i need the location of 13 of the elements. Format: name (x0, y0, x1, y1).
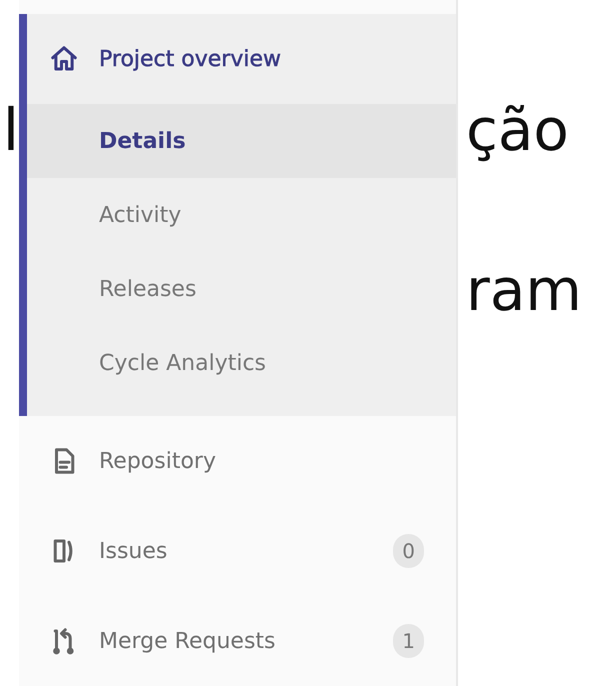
page-text: ram (466, 255, 582, 325)
sidebar-subitem[interactable]: Activity (27, 178, 456, 252)
count-badge: 1 (393, 624, 424, 658)
sidebar-subitem[interactable]: Details (27, 104, 456, 178)
sidebar-subitem[interactable]: Releases (27, 252, 456, 326)
page-text: l (2, 95, 19, 165)
sidebar-item[interactable]: Repository (27, 416, 456, 506)
page-text: ção (466, 95, 569, 165)
count-badge: 0 (393, 534, 424, 568)
sidebar-subitem[interactable]: Cycle Analytics (27, 326, 456, 400)
sidebar-item[interactable]: Project overview (27, 14, 456, 104)
sidebar-item[interactable]: Merge Requests 1 (27, 596, 456, 686)
sidebar-item[interactable]: Issues 0 (27, 506, 456, 596)
